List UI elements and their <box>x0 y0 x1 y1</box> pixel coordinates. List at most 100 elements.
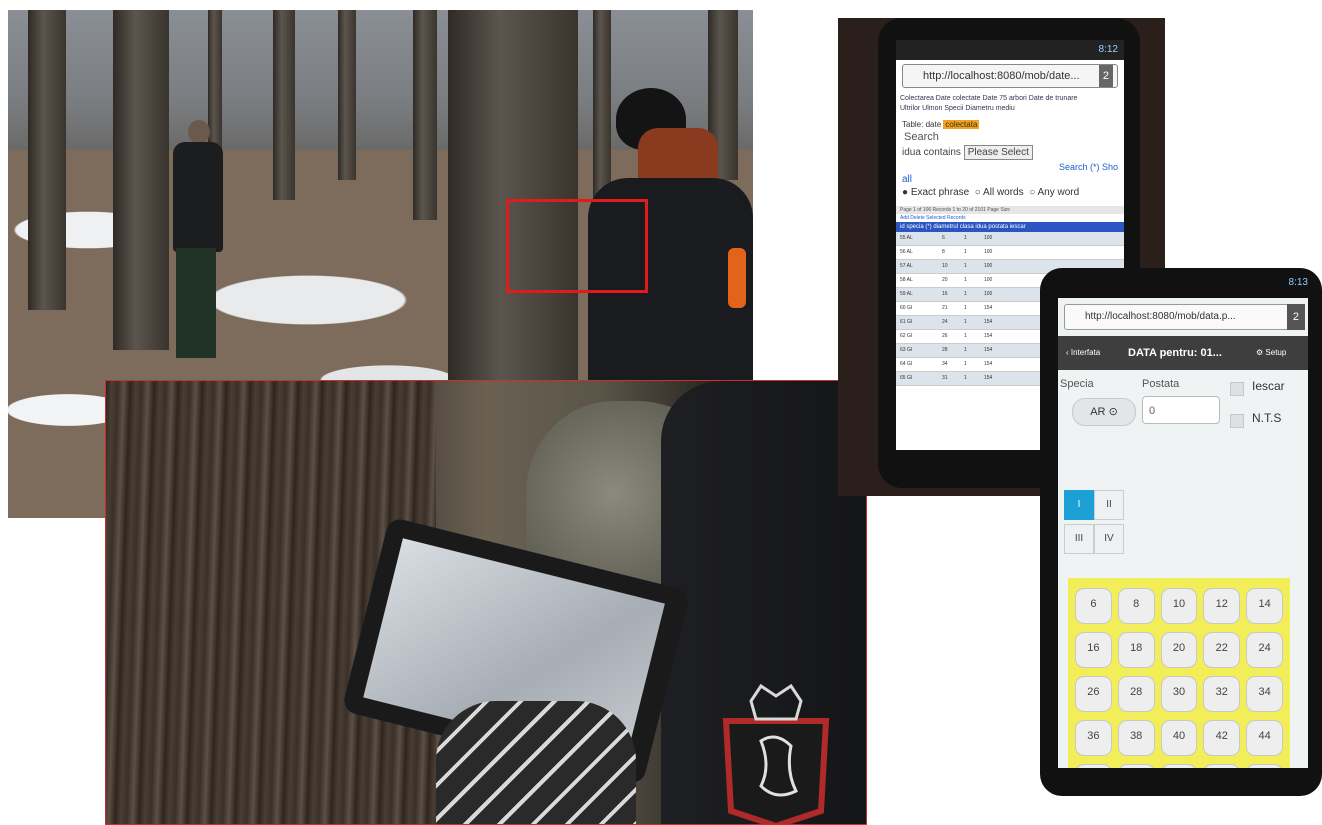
diameter-button[interactable]: 44 <box>1246 720 1283 756</box>
table-cell: 1 <box>964 277 967 283</box>
table-cell: 63 GI <box>900 347 913 353</box>
diameter-button[interactable]: 30 <box>1160 676 1198 712</box>
menu-links[interactable]: Colectarea Date colectate Date 75 arbori… <box>896 92 1124 116</box>
specia-select[interactable]: AR ⊙ <box>1072 398 1136 426</box>
tree-trunk <box>338 10 356 180</box>
table-cell: 65 GI <box>900 375 913 381</box>
url-bar[interactable]: http://localhost:8080/mob/data.p... 2 <box>1064 304 1305 330</box>
search-button[interactable]: Search (*) <box>1059 162 1100 172</box>
app-header: ‹ Interfata DATA pentru: 01... ⚙ Setup <box>1058 336 1308 370</box>
tree-trunk <box>113 10 169 350</box>
diameter-button[interactable]: 24 <box>1246 632 1283 668</box>
class-button-III[interactable]: III <box>1064 524 1094 554</box>
table-cell: 1 <box>964 347 967 353</box>
tab-count-button[interactable]: 2 <box>1098 65 1113 87</box>
diameter-button[interactable]: 34 <box>1246 676 1283 712</box>
table-cell: 154 <box>984 375 993 381</box>
table-cell: 1 <box>964 305 967 311</box>
table-cell: 1 <box>964 333 967 339</box>
radio-any-word[interactable]: ○ Any word <box>1029 187 1079 198</box>
diameter-button[interactable]: 36 <box>1075 720 1112 756</box>
specia-label: Specia <box>1060 378 1094 390</box>
diameter-button[interactable]: 42 <box>1203 720 1241 756</box>
diameter-button[interactable]: 8 <box>1117 588 1155 624</box>
crest-logo <box>722 683 830 824</box>
table-cell: 59 AL <box>900 291 913 297</box>
diameter-button[interactable]: 38 <box>1117 720 1155 756</box>
entry-fields: Specia Postata AR ⊙ 0 Iescar N.T.S <box>1058 370 1308 460</box>
diameter-button[interactable]: 54 <box>1246 764 1283 768</box>
pager[interactable]: Page 1 of 106 Records 1 to 20 of 2101 Pa… <box>896 206 1124 214</box>
all-link[interactable]: all <box>896 174 1124 185</box>
diameter-button[interactable]: 10 <box>1160 588 1198 624</box>
url-text: http://localhost:8080/mob/date... <box>923 70 1080 82</box>
table-cell: 154 <box>984 319 993 325</box>
nts-checkbox[interactable] <box>1230 414 1244 428</box>
iescar-checkbox[interactable] <box>1230 382 1244 396</box>
table-cell: 1 <box>964 249 967 255</box>
table-cell: 26 <box>942 333 948 339</box>
search-condition: idua contains Please Select <box>896 145 1124 160</box>
table-cell: 20 <box>942 277 948 283</box>
table-cell: 100 <box>984 263 993 269</box>
table-cell: 100 <box>984 277 993 283</box>
condition-field: idua contains <box>902 147 961 158</box>
iescar-label: Iescar <box>1252 379 1285 393</box>
class-button-II[interactable]: II <box>1094 490 1124 520</box>
table-row[interactable]: 55 AL 6 1 100 <box>896 232 1124 246</box>
condition-select[interactable]: Please Select <box>963 145 1033 160</box>
diameter-button[interactable]: 22 <box>1203 632 1241 668</box>
diameter-button[interactable]: 16 <box>1075 632 1112 668</box>
table-cell: 1 <box>964 263 967 269</box>
diameter-button[interactable]: 40 <box>1160 720 1198 756</box>
table-cell: 60 GI <box>900 305 913 311</box>
menu-line[interactable]: Ultrilor Ulmon Specii Diametru mediu <box>900 104 1120 114</box>
record-actions[interactable]: Add Delete Selected Records <box>896 214 1124 222</box>
setup-button[interactable]: ⚙ Setup <box>1256 336 1308 370</box>
phone-data-entry: http://localhost:8080/mob/data.p... 2 ‹ … <box>1040 268 1322 796</box>
table-selected[interactable]: colectata <box>943 120 980 129</box>
status-bar: 8:12 <box>896 40 1124 60</box>
table-cell: 1 <box>964 319 967 325</box>
show-link[interactable]: Sho <box>1102 162 1118 172</box>
diameter-button[interactable]: 20 <box>1160 632 1198 668</box>
radio-all-words[interactable]: ○ All words <box>975 187 1024 198</box>
tab-count-button[interactable]: 2 <box>1286 304 1305 330</box>
back-button[interactable]: ‹ Interfata <box>1058 336 1128 370</box>
diameter-button[interactable]: 52 <box>1203 764 1241 768</box>
diameter-button[interactable]: 18 <box>1117 632 1155 668</box>
postata-label: Postata <box>1142 378 1180 390</box>
table-cell: 100 <box>984 235 993 241</box>
diameter-button[interactable]: 14 <box>1246 588 1283 624</box>
status-time: 8:12 <box>1098 44 1118 55</box>
nts-label: N.T.S <box>1252 411 1282 425</box>
diameter-button[interactable]: 26 <box>1075 676 1112 712</box>
table-cell: 154 <box>984 333 993 339</box>
radio-exact-phrase[interactable]: ● Exact phrase <box>902 187 969 198</box>
highlight-box <box>506 199 648 293</box>
table-cell: 21 <box>942 305 948 311</box>
diameter-button[interactable]: 32 <box>1203 676 1241 712</box>
diameter-button[interactable]: 28 <box>1117 676 1155 712</box>
diameter-button[interactable]: 6 <box>1075 588 1112 624</box>
class-button-IV[interactable]: IV <box>1094 524 1124 554</box>
diameter-button[interactable]: 46 <box>1075 764 1112 768</box>
diameter-button[interactable]: 48 <box>1117 764 1155 768</box>
zoomed-photo <box>105 380 867 825</box>
table-cell: 24 <box>942 319 948 325</box>
menu-line[interactable]: Colectarea Date colectate Date 75 arbori… <box>900 94 1120 104</box>
table-cell: 31 <box>942 375 948 381</box>
class-button-I[interactable]: I <box>1064 490 1094 520</box>
table-cell: 34 <box>942 361 948 367</box>
diameter-button[interactable]: 12 <box>1203 588 1241 624</box>
table-cell: 1 <box>964 235 967 241</box>
phone-screen: http://localhost:8080/mob/data.p... 2 ‹ … <box>1058 298 1308 768</box>
tree-trunk <box>413 10 437 220</box>
search-mode-radios: ● Exact phrase ○ All words ○ Any word <box>896 185 1124 200</box>
url-bar[interactable]: http://localhost:8080/mob/date... 2 <box>902 64 1118 88</box>
diameter-button[interactable]: 50 <box>1160 764 1198 768</box>
table-cell: 1 <box>964 361 967 367</box>
table-row[interactable]: 56 AL 8 1 100 <box>896 246 1124 260</box>
postata-input[interactable]: 0 <box>1142 396 1220 424</box>
table-cell: 62 GI <box>900 333 913 339</box>
